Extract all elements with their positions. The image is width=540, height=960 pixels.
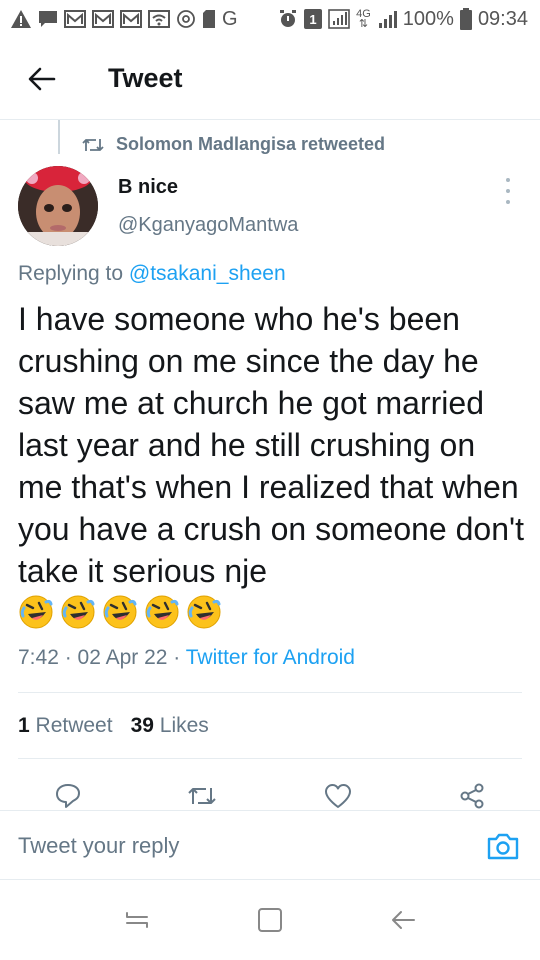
message-icon — [38, 8, 58, 30]
like-count: 39 — [130, 714, 154, 737]
divider — [18, 758, 522, 759]
retweet-icon — [82, 138, 104, 151]
rolling-laughing-emoji — [19, 595, 53, 629]
thread-line — [58, 120, 60, 154]
retweet-context-label: Solomon Madlangisa retweeted — [116, 134, 386, 154]
gmail-icon — [120, 8, 142, 30]
replying-to-handle-link[interactable]: @tsakani_sheen — [129, 262, 286, 285]
status-notification-icons: G — [10, 8, 238, 31]
retweet-count: 1 — [18, 714, 30, 737]
home-button[interactable] — [250, 900, 290, 940]
likes-stat[interactable]: 39 Likes — [131, 714, 209, 738]
camera-icon — [487, 833, 519, 860]
battery-icon — [459, 8, 472, 30]
reply-input[interactable] — [18, 825, 458, 867]
back-button[interactable] — [0, 38, 84, 120]
system-nav-bar — [0, 880, 540, 960]
gmail-icon — [92, 8, 114, 30]
rolling-laughing-emoji — [145, 595, 179, 629]
gmail-icon — [64, 8, 86, 30]
like-label: Likes — [159, 714, 209, 737]
divider — [18, 692, 522, 693]
rolling-laughing-emoji — [103, 595, 137, 629]
back-nav-icon — [392, 911, 416, 929]
tweet-time: 7:42 · 02 Apr 22 · — [18, 646, 186, 669]
reply-bar — [0, 810, 540, 880]
replying-prefix: Replying to — [18, 262, 129, 285]
rolling-laughing-emoji — [61, 595, 95, 629]
home-icon — [257, 908, 282, 932]
retweets-stat[interactable]: 1 Retweet — [18, 714, 113, 738]
wifi-icon — [148, 8, 170, 30]
alarm-icon — [278, 8, 298, 30]
arrow-left-icon — [28, 67, 56, 90]
hotspot-icon — [176, 8, 196, 30]
tweet-timestamp: 7:42 · 02 Apr 22 · Twitter for Android — [18, 646, 355, 670]
camera-button[interactable] — [486, 831, 520, 863]
tweet-text: I have someone who he's been crushing on… — [18, 301, 524, 589]
author-handle[interactable]: @KganyagoMantwa — [118, 214, 298, 237]
back-nav-button[interactable] — [383, 900, 423, 940]
tweet-stats: 1 Retweet 39 Likes — [18, 714, 209, 738]
page-title: Tweet — [108, 63, 183, 93]
app-header: Tweet — [0, 38, 540, 120]
network-type-icon: 4G ⇅ — [356, 8, 371, 30]
more-vertical-icon — [506, 178, 510, 182]
author-name[interactable]: B nice — [118, 176, 178, 199]
retweet-label: Retweet — [35, 714, 113, 737]
status-time: 09:34 — [477, 7, 528, 30]
status-system-icons: 1 4G ⇅ 100% 09:34 — [278, 8, 528, 31]
tweet-client-link[interactable]: Twitter for Android — [186, 646, 355, 669]
recent-apps-button[interactable] — [117, 900, 157, 940]
reply-icon — [56, 784, 80, 808]
rolling-laughing-emoji — [187, 595, 221, 629]
retweet-icon — [188, 788, 216, 804]
avatar[interactable] — [18, 166, 98, 246]
battery-percent: 100% — [402, 7, 454, 30]
emoji-row — [18, 594, 222, 630]
share-icon — [460, 783, 484, 809]
status-bar: G 1 4G ⇅ 100% 09:34 — [0, 0, 540, 38]
replying-to: Replying to @tsakani_sheen — [18, 262, 286, 286]
carrier-letter: G — [222, 7, 238, 30]
more-options-button[interactable] — [498, 178, 518, 204]
sim-icon: 1 — [304, 8, 323, 30]
retweet-context[interactable]: Solomon Madlangisa retweeted — [82, 134, 385, 155]
svg-text:1: 1 — [309, 12, 316, 27]
recent-apps-icon — [125, 912, 148, 928]
signal-icon — [328, 8, 350, 30]
cell-signal-icon — [377, 8, 397, 30]
heart-icon — [325, 784, 351, 808]
sd-card-icon — [202, 8, 216, 30]
warning-icon — [10, 8, 32, 30]
